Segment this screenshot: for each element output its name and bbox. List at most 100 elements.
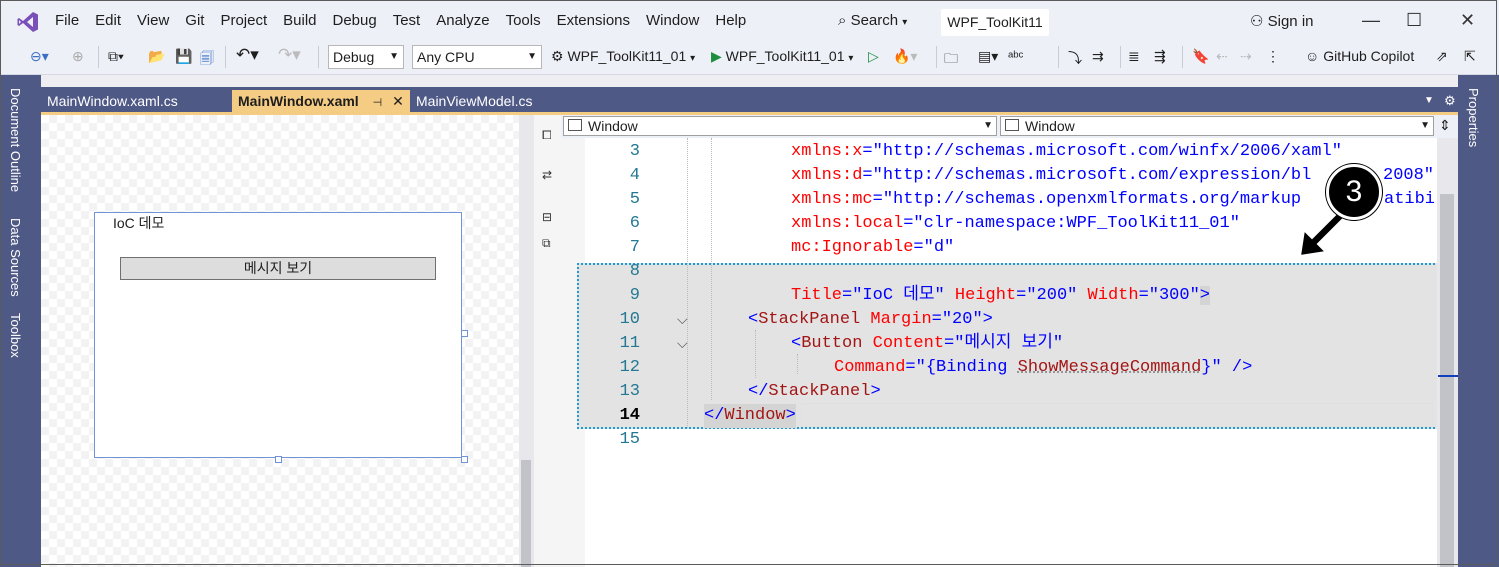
spell-check-icon[interactable]: ᵃᵇᶜ bbox=[1008, 48, 1023, 64]
menu-debug[interactable]: Debug bbox=[333, 12, 387, 29]
scope-value: Window bbox=[588, 118, 638, 134]
menu-build[interactable]: Build bbox=[283, 12, 326, 29]
copilot-label: GitHub Copilot bbox=[1323, 48, 1415, 64]
sign-in-button[interactable]: ⚇ Sign in bbox=[1250, 12, 1314, 30]
menu-file[interactable]: File bbox=[55, 12, 89, 29]
scroll-position-marker bbox=[1438, 375, 1458, 377]
tab-mainwindow-xaml-cs[interactable]: MainWindow.xaml.cs bbox=[47, 90, 178, 112]
close-icon[interactable]: ✕ bbox=[392, 93, 404, 109]
popout-icon[interactable]: ⧉ bbox=[542, 236, 551, 251]
menu-edit[interactable]: Edit bbox=[95, 12, 131, 29]
menu-test[interactable]: Test bbox=[393, 12, 431, 29]
line-number: 11 bbox=[619, 334, 640, 353]
code-line-12: Command="{Binding ShowMessageCommand}" /… bbox=[834, 358, 1253, 377]
tab-mainwindow-xaml[interactable]: MainWindow.xaml ⊣ ✕ bbox=[232, 90, 410, 112]
line-number: 13 bbox=[619, 382, 640, 401]
play-icon: ▶ bbox=[711, 48, 722, 64]
visual-studio-logo-icon bbox=[17, 12, 38, 32]
solution-explorer-icon[interactable]: 🗀 bbox=[944, 48, 958, 72]
resize-handle[interactable] bbox=[275, 456, 282, 463]
redo-icon[interactable]: ↷▾ bbox=[278, 45, 301, 65]
menu-window[interactable]: Window bbox=[646, 12, 709, 29]
menu-tools[interactable]: Tools bbox=[506, 12, 551, 29]
solution-platform-select[interactable]: Any CPU ▼ bbox=[412, 45, 542, 69]
indent-guide bbox=[711, 138, 712, 400]
resize-handle[interactable] bbox=[461, 456, 468, 463]
menu-view[interactable]: View bbox=[137, 12, 179, 29]
element-scope-select[interactable]: Window ▼ bbox=[563, 116, 997, 136]
undo-icon[interactable]: ↶▾ bbox=[236, 45, 259, 65]
startup-project-select[interactable]: ⚙ WPF_ToolKit11_01 ▾ bbox=[551, 48, 695, 65]
collapse-chevron-icon[interactable]: ⌵ bbox=[677, 335, 688, 352]
format-document-icon[interactable]: ⇉ bbox=[1092, 48, 1104, 65]
editor-scroll-thumb[interactable] bbox=[1440, 194, 1454, 567]
line-number: 10 bbox=[619, 310, 640, 329]
main-menu: File Edit View Git Project Build Debug T… bbox=[55, 12, 762, 29]
indent-guide bbox=[797, 354, 798, 374]
close-button[interactable]: ✕ bbox=[1460, 10, 1475, 31]
bookmark-icon[interactable]: 🔖 bbox=[1192, 48, 1209, 65]
prev-bookmark-icon[interactable]: ⇠ bbox=[1216, 48, 1228, 65]
tab-list-dropdown-icon[interactable]: ▼ bbox=[1424, 90, 1434, 112]
next-bookmark-icon[interactable]: ⇢ bbox=[1240, 48, 1252, 65]
member-value: Window bbox=[1025, 118, 1075, 134]
tab-toolbox[interactable]: Toolbox bbox=[8, 313, 23, 358]
split-toolbar bbox=[534, 115, 561, 567]
maximize-button[interactable]: ☐ bbox=[1406, 10, 1422, 31]
hot-reload-icon[interactable]: 🔥▾ bbox=[893, 48, 917, 65]
swap-panes-icon[interactable]: ⇄ bbox=[542, 168, 552, 182]
collapse-chevron-icon[interactable]: ⌵ bbox=[677, 311, 688, 328]
design-view-icon[interactable]: ⧠ bbox=[542, 128, 552, 143]
split-editor-icon[interactable]: ⇕ bbox=[1439, 117, 1451, 134]
window-preview[interactable] bbox=[94, 212, 462, 458]
line-number: 4 bbox=[629, 166, 640, 185]
tab-data-sources[interactable]: Data Sources bbox=[8, 218, 23, 297]
save-icon[interactable]: 💾 bbox=[175, 48, 192, 65]
navigate-back-icon[interactable]: ⊖▾ bbox=[30, 48, 49, 65]
line-number: 7 bbox=[629, 238, 640, 257]
menu-project[interactable]: Project bbox=[220, 12, 277, 29]
comment-icon[interactable]: ≣ bbox=[1128, 48, 1140, 65]
menu-git[interactable]: Git bbox=[185, 12, 214, 29]
line-number: 15 bbox=[619, 430, 640, 449]
code-line-3: xmlns:x="http://schemas.microsoft.com/wi… bbox=[791, 142, 1342, 161]
menu-extensions[interactable]: Extensions bbox=[557, 12, 640, 29]
solution-name-badge: WPF_ToolKit11 bbox=[941, 9, 1049, 36]
chevron-down-icon: ▼ bbox=[389, 51, 399, 62]
navigate-forward-icon[interactable]: ⊕ bbox=[72, 48, 84, 65]
gear-icon[interactable]: ⚙ bbox=[1444, 90, 1456, 112]
start-without-debugging-icon[interactable]: ▷ bbox=[868, 48, 879, 65]
feedback-icon[interactable]: ⇱ bbox=[1464, 48, 1476, 65]
run-target-label: WPF_ToolKit11_01 bbox=[725, 48, 845, 64]
step-into-icon[interactable]: ⤵ bbox=[1068, 48, 1082, 68]
resize-handle[interactable] bbox=[461, 330, 468, 337]
right-tool-panel bbox=[1458, 75, 1499, 567]
minimize-button[interactable]: — bbox=[1362, 10, 1380, 31]
chevron-down-icon: ▾ bbox=[690, 53, 696, 64]
element-member-select[interactable]: Window ▼ bbox=[1000, 116, 1434, 136]
designer-scroll-thumb[interactable] bbox=[521, 460, 531, 567]
preview-message-button[interactable]: 메시지 보기 bbox=[120, 257, 436, 280]
share-icon[interactable]: ⇗ bbox=[1436, 48, 1448, 65]
horizontal-split-icon[interactable]: ⊟ bbox=[542, 210, 552, 224]
new-project-icon[interactable]: ⧉▾ bbox=[108, 48, 124, 65]
overflow-icon[interactable]: ⋮ bbox=[1266, 48, 1280, 65]
menu-help[interactable]: Help bbox=[715, 12, 756, 29]
solution-configuration-select[interactable]: Debug ▼ bbox=[328, 45, 404, 69]
menu-analyze[interactable]: Analyze bbox=[436, 12, 499, 29]
tab-mainviewmodel-cs[interactable]: MainViewModel.cs bbox=[416, 90, 532, 112]
search-box[interactable]: ⌕ Search ▾ bbox=[838, 12, 907, 29]
tab-properties[interactable]: Properties bbox=[1466, 88, 1481, 147]
chevron-down-icon: ▼ bbox=[1420, 120, 1430, 131]
code-line-6: xmlns:local="clr-namespace:WPF_ToolKit11… bbox=[791, 214, 1240, 233]
start-debugging-button[interactable]: ▶ WPF_ToolKit11_01 ▾ bbox=[711, 48, 853, 65]
search-label: Search bbox=[850, 12, 899, 29]
tab-document-outline[interactable]: Document Outline bbox=[8, 88, 23, 192]
window-layout-icon[interactable]: ▤▾ bbox=[978, 48, 998, 65]
github-copilot-button[interactable]: ☺ GitHub Copilot bbox=[1305, 48, 1414, 64]
code-line-5: xmlns:mc="http://schemas.openxmlformats.… bbox=[791, 190, 1302, 209]
save-all-icon[interactable]: 🗐 bbox=[200, 48, 214, 72]
pin-icon[interactable]: ⊣ bbox=[373, 97, 383, 109]
open-folder-icon[interactable]: 📂 bbox=[148, 48, 165, 65]
uncomment-icon[interactable]: ⇶ bbox=[1154, 48, 1166, 65]
